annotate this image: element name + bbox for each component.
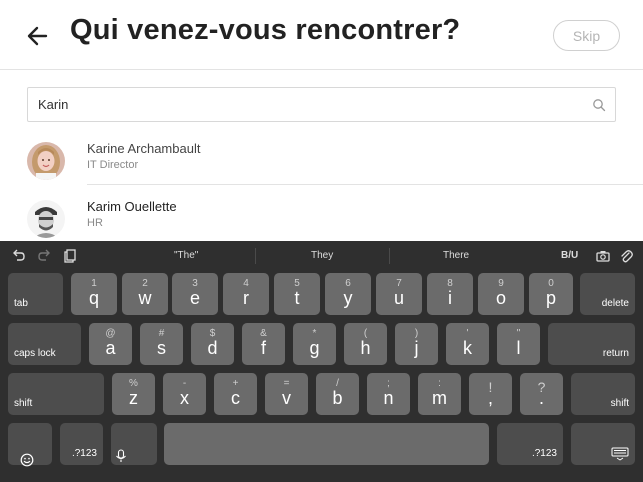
shift-key-label: shift xyxy=(610,398,629,409)
search-icon xyxy=(593,99,606,112)
person-role: HR xyxy=(87,217,103,229)
key-h[interactable]: (h xyxy=(344,323,387,365)
suggestion-1[interactable]: "The" xyxy=(174,250,198,261)
key-y[interactable]: 6y xyxy=(325,273,371,315)
microphone-icon xyxy=(116,449,126,462)
tab-key[interactable]: tab xyxy=(8,273,63,315)
suggestion-separator xyxy=(389,248,390,264)
keyboard-toolbar: "The" They There B/U xyxy=(0,241,643,271)
key-w[interactable]: 2w xyxy=(122,273,168,315)
key-i[interactable]: 8i xyxy=(427,273,473,315)
delete-key[interactable]: delete xyxy=(580,273,635,315)
key-k[interactable]: ' k xyxy=(446,323,489,365)
key-j[interactable]: ) j xyxy=(395,323,438,365)
suggestion-2[interactable]: They xyxy=(311,250,333,261)
camera-icon[interactable] xyxy=(595,248,611,264)
list-item[interactable]: Karine Archambault IT Director xyxy=(0,135,643,191)
shift-key-left[interactable]: shift xyxy=(8,373,104,415)
list-divider xyxy=(87,184,643,185)
key-z[interactable]: % z xyxy=(112,373,155,415)
emoji-icon xyxy=(20,453,34,467)
search-box[interactable] xyxy=(27,87,616,122)
emoji-key[interactable] xyxy=(8,423,52,467)
numbers-key-label: .?123 xyxy=(531,448,557,459)
key-d[interactable]: $ d xyxy=(191,323,234,365)
suggestion-3[interactable]: There xyxy=(443,250,469,261)
key-e[interactable]: 3e xyxy=(172,273,218,315)
hide-keyboard-key[interactable] xyxy=(571,423,635,465)
return-key[interactable]: return xyxy=(548,323,635,365)
key-t[interactable]: 5t xyxy=(274,273,320,315)
key-u[interactable]: 7u xyxy=(376,273,422,315)
search-input[interactable] xyxy=(38,88,578,121)
person-role: IT Director xyxy=(87,159,139,171)
key-p[interactable]: 0p xyxy=(529,273,573,315)
key-f[interactable]: & f xyxy=(242,323,285,365)
shift-key-right[interactable]: shift xyxy=(571,373,635,415)
tab-key-label: tab xyxy=(14,298,28,309)
skip-button[interactable]: Skip xyxy=(553,20,620,51)
key-c[interactable]: + c xyxy=(214,373,257,415)
key-v[interactable]: = v xyxy=(265,373,308,415)
caps-lock-label: caps lock xyxy=(14,348,56,359)
paste-icon[interactable] xyxy=(61,248,77,264)
key-q[interactable]: 1q xyxy=(71,273,117,315)
key-m[interactable]: :m xyxy=(418,373,461,415)
key-b[interactable]: / b xyxy=(316,373,359,415)
key-x[interactable]: -x xyxy=(163,373,206,415)
return-key-label: return xyxy=(602,348,629,359)
key-period[interactable]: ?. xyxy=(520,373,563,415)
page-title: Qui venez-vous rencontrer? xyxy=(70,14,461,46)
suggestion-separator xyxy=(255,248,256,264)
key-n[interactable]: ; n xyxy=(367,373,410,415)
on-screen-keyboard: "The" They There B/U tab 1q 2w 3e 4r 5t … xyxy=(0,241,643,482)
key-s[interactable]: # s xyxy=(140,323,183,365)
person-name: Karim Ouellette xyxy=(87,199,177,214)
avatar xyxy=(27,200,65,238)
keyboard-dismiss-icon xyxy=(611,447,629,461)
delete-key-label: delete xyxy=(601,298,629,309)
key-r[interactable]: 4r xyxy=(223,273,269,315)
person-name: Karine Archambault xyxy=(87,141,201,156)
back-arrow-icon[interactable] xyxy=(24,22,52,50)
numbers-key-right[interactable]: .?123 xyxy=(497,423,563,465)
caps-lock-key[interactable]: caps lock xyxy=(8,323,81,365)
numbers-key-label: .?123 xyxy=(71,448,97,459)
key-a[interactable]: @ a xyxy=(89,323,132,365)
format-button[interactable]: B/U xyxy=(561,250,578,261)
avatar xyxy=(27,142,65,180)
header: Qui venez-vous rencontrer? Skip xyxy=(0,0,643,70)
key-l[interactable]: " l xyxy=(497,323,540,365)
shift-key-label: shift xyxy=(14,398,33,409)
space-bar[interactable] xyxy=(164,423,489,465)
key-o[interactable]: 9o xyxy=(478,273,524,315)
redo-icon[interactable] xyxy=(36,248,52,264)
key-g[interactable]: * g xyxy=(293,323,336,365)
attachment-icon[interactable] xyxy=(618,248,634,264)
dictation-key[interactable] xyxy=(111,423,157,465)
numbers-key-left[interactable]: .?123 xyxy=(60,423,103,465)
undo-icon[interactable] xyxy=(11,248,27,264)
key-comma[interactable]: !, xyxy=(469,373,512,415)
